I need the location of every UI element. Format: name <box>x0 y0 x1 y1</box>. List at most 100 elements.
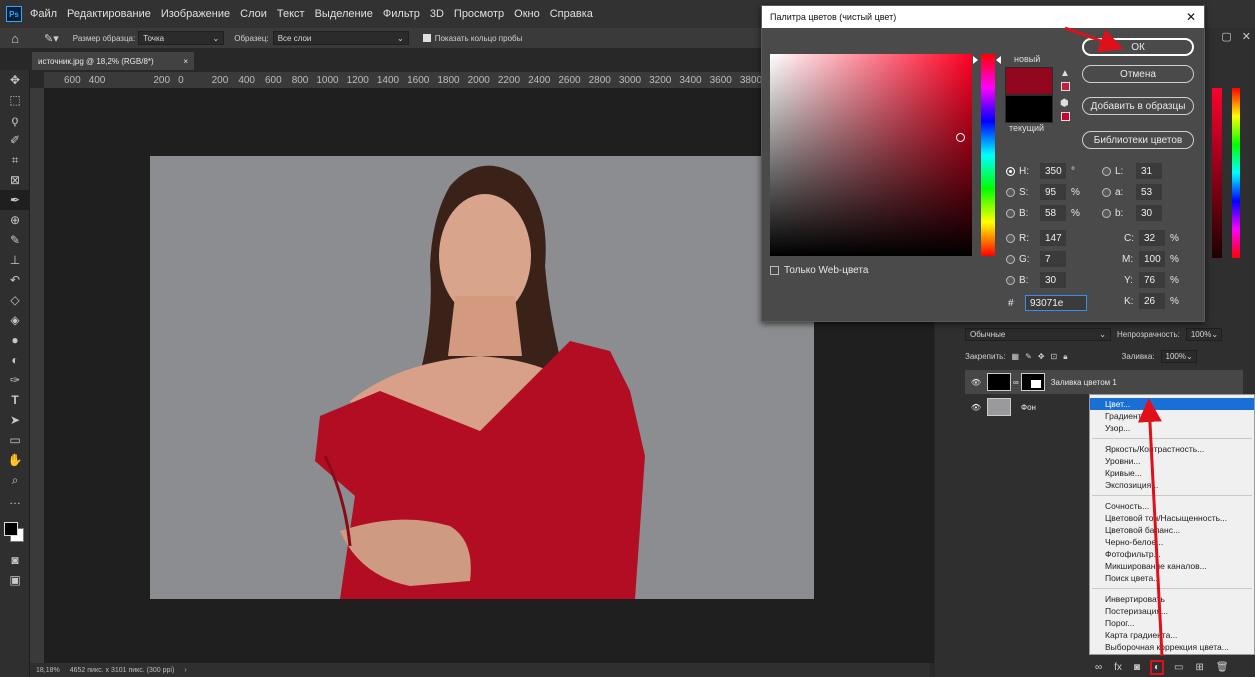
stamp-tool-icon[interactable]: ⊥ <box>0 250 30 270</box>
color-field[interactable] <box>770 54 972 256</box>
gamut-color-swatch[interactable] <box>1061 82 1070 91</box>
saturation-radio[interactable] <box>1006 187 1015 197</box>
menu-item-vibrance[interactable]: Сочность... <box>1090 500 1254 512</box>
new-group-icon[interactable]: ▭ <box>1174 662 1183 673</box>
menu-edit[interactable]: Редактирование <box>67 8 151 20</box>
menu-item-channel-mixer[interactable]: Микширование каналов... <box>1090 560 1254 572</box>
web-safe-color-swatch[interactable] <box>1061 112 1070 121</box>
layer-row[interactable]: 👁︎ ∞ Заливка цветом 1 <box>965 370 1243 394</box>
ok-button[interactable]: ОК <box>1082 38 1194 56</box>
new-adjustment-layer-icon[interactable]: ◐ <box>1149 660 1165 675</box>
hue-input[interactable]: 350 <box>1040 163 1066 179</box>
quick-select-tool-icon[interactable]: ✐ <box>0 130 30 150</box>
blur-tool-icon[interactable]: ● <box>0 330 30 350</box>
menu-item-invert[interactable]: Инвертировать <box>1090 593 1254 605</box>
hand-tool-icon[interactable]: ✋ <box>0 450 30 470</box>
lab-a-input[interactable]: 53 <box>1136 184 1162 200</box>
blue-input[interactable]: 30 <box>1040 272 1066 288</box>
lab-b-input[interactable]: 30 <box>1136 205 1162 221</box>
out-of-gamut-warning-icon[interactable]: ▲ <box>1060 68 1070 79</box>
new-layer-icon[interactable]: ⊞ <box>1195 662 1203 673</box>
menu-item-brightness-contrast[interactable]: Яркость/Контрастность... <box>1090 443 1254 455</box>
black-input[interactable]: 26 <box>1139 293 1165 309</box>
pen-tool-icon[interactable]: ✑ <box>0 370 30 390</box>
web-only-checkbox[interactable] <box>770 266 779 275</box>
quick-mask-icon[interactable]: ◙ <box>0 550 30 570</box>
rectangle-tool-icon[interactable]: ▭ <box>0 430 30 450</box>
path-select-tool-icon[interactable]: ➤ <box>0 410 30 430</box>
lab-b-radio[interactable] <box>1102 208 1111 218</box>
show-ring-checkbox[interactable] <box>422 34 431 42</box>
paint-bucket-tool-icon[interactable]: ◈ <box>0 310 30 330</box>
eyedropper-tool-icon[interactable]: ✒ <box>0 190 30 210</box>
menu-item-hue-saturation[interactable]: Цветовой тон/Насыщенность... <box>1090 512 1254 524</box>
eyedropper-preset-icon[interactable]: ✎▾ <box>44 32 59 45</box>
add-mask-icon[interactable]: ◙ <box>1134 662 1140 673</box>
lock-all-icon[interactable]: 🔒︎ <box>1063 352 1067 362</box>
zoom-tool-icon[interactable]: ⌕ <box>0 470 30 490</box>
dodge-tool-icon[interactable]: ◐ <box>0 350 30 370</box>
fill-input[interactable]: 100% ⌄ <box>1160 350 1197 363</box>
sample-layers-select[interactable]: Все слои ⌄ <box>272 31 409 45</box>
menu-item-curves[interactable]: Кривые... <box>1090 467 1254 479</box>
layer-style-icon[interactable]: fx <box>1114 662 1122 673</box>
close-icon[interactable]: ✕ <box>1186 10 1196 24</box>
frame-tool-icon[interactable]: ⊠ <box>0 170 30 190</box>
link-layers-icon[interactable]: ∞ <box>1095 662 1102 673</box>
web-safe-warning-icon[interactable]: ⬢ <box>1060 98 1069 109</box>
blend-mode-select[interactable]: Обычные ⌄ <box>965 328 1111 341</box>
more-tools-icon[interactable]: … <box>0 490 30 510</box>
document-tab[interactable]: источник.jpg @ 18,2% (RGB/8*) × <box>32 52 194 70</box>
lock-transparency-icon[interactable]: ▦ <box>1012 352 1020 361</box>
history-brush-tool-icon[interactable]: ↶ <box>0 270 30 290</box>
lock-artboard-icon[interactable]: ⊡ <box>1051 352 1058 361</box>
lock-position-icon[interactable]: ✥ <box>1038 352 1045 361</box>
menu-type[interactable]: Текст <box>277 8 305 20</box>
opacity-input[interactable]: 100% ⌄ <box>1185 328 1222 341</box>
color-panel-spectrum[interactable] <box>1232 88 1240 258</box>
lock-pixels-icon[interactable]: ✎ <box>1025 352 1032 361</box>
screen-mode-icon[interactable]: ▣ <box>0 570 30 590</box>
marquee-tool-icon[interactable]: ⬚ <box>0 90 30 110</box>
menu-help[interactable]: Справка <box>550 8 593 20</box>
home-icon[interactable]: ⌂ <box>0 31 30 46</box>
red-radio[interactable] <box>1006 233 1015 243</box>
hue-slider-right-arrow-icon[interactable] <box>996 56 1001 64</box>
crop-tool-icon[interactable]: ⌗ <box>0 150 30 170</box>
restore-window-icon[interactable]: ▢ <box>1221 30 1231 43</box>
zoom-readout[interactable]: 18,18% <box>36 667 60 674</box>
link-icon[interactable]: ∞ <box>1013 378 1019 387</box>
eye-icon[interactable]: 👁︎ <box>965 378 987 387</box>
cyan-input[interactable]: 32 <box>1139 230 1165 246</box>
color-libraries-button[interactable]: Библиотеки цветов <box>1082 131 1194 149</box>
color-field-marker[interactable] <box>956 133 965 142</box>
menu-item-exposure[interactable]: Экспозиция... <box>1090 479 1254 491</box>
menu-filter[interactable]: Фильтр <box>383 8 420 20</box>
lasso-tool-icon[interactable]: ϙ <box>0 110 30 130</box>
add-to-swatches-button[interactable]: Добавить в образцы <box>1082 97 1194 115</box>
menu-item-selective-color[interactable]: Выборочная коррекция цвета... <box>1090 641 1254 653</box>
menu-item-levels[interactable]: Уровни... <box>1090 455 1254 467</box>
green-radio[interactable] <box>1006 254 1015 264</box>
menu-select[interactable]: Выделение <box>315 8 373 20</box>
hue-radio[interactable] <box>1006 166 1015 176</box>
menu-file[interactable]: Файл <box>30 8 57 20</box>
brightness-radio[interactable] <box>1006 208 1015 218</box>
hex-input[interactable]: 93071e <box>1025 295 1087 311</box>
menu-item-gradient[interactable]: Градиент... <box>1090 410 1254 422</box>
hue-slider-left-arrow-icon[interactable] <box>973 56 978 64</box>
eye-icon[interactable]: 👁︎ <box>965 403 987 412</box>
red-input[interactable]: 147 <box>1040 230 1066 246</box>
layer-name[interactable]: Заливка цветом 1 <box>1051 378 1117 387</box>
move-tool-icon[interactable]: ✥ <box>0 70 30 90</box>
menu-window[interactable]: Окно <box>514 8 540 20</box>
blue-radio[interactable] <box>1006 275 1015 285</box>
menu-3d[interactable]: 3D <box>430 8 444 20</box>
menu-item-gradient-map[interactable]: Карта градиента... <box>1090 629 1254 641</box>
menu-item-black-white[interactable]: Черно-белое... <box>1090 536 1254 548</box>
color-swatches[interactable] <box>0 516 29 550</box>
current-color-swatch[interactable] <box>1005 95 1053 123</box>
brightness-input[interactable]: 58 <box>1040 205 1066 221</box>
brush-tool-icon[interactable]: ✎ <box>0 230 30 250</box>
yellow-input[interactable]: 76 <box>1139 272 1165 288</box>
